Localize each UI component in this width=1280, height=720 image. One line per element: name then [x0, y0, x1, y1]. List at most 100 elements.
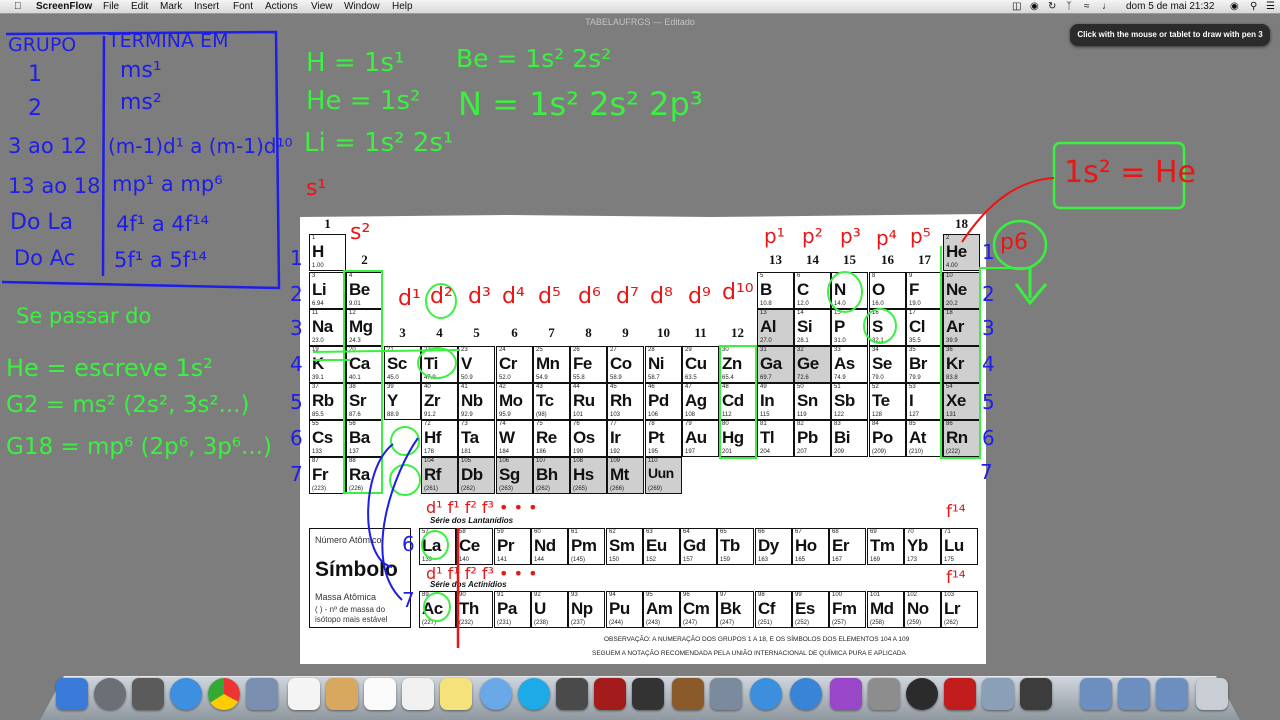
legend-atomic-number: Número Atômico — [315, 535, 382, 545]
iphoto-icon[interactable] — [710, 678, 742, 710]
element-cell: 69 Tm 169 — [867, 528, 904, 565]
element-cell: 12 Mg 24.3 — [346, 309, 383, 346]
wifi-icon[interactable]: ≈ — [1084, 0, 1090, 14]
group-number: 2 — [361, 252, 368, 267]
atomic-number: 69 — [870, 529, 877, 535]
atomic-mass: (263) — [499, 486, 514, 492]
menu-edit[interactable]: Edit — [131, 0, 148, 14]
element-cell: 62 Sm 150 — [606, 528, 643, 565]
hw-red-f14-act: f¹⁴ — [946, 568, 966, 588]
skype-icon[interactable] — [518, 678, 550, 710]
element-symbol: P — [834, 317, 845, 336]
time-machine-icon[interactable]: ↻ — [1048, 0, 1056, 14]
system-preferences-icon[interactable] — [868, 678, 900, 710]
atomic-number: 36 — [946, 347, 953, 353]
atomic-mass: 137 — [349, 449, 360, 455]
element-symbol: Co — [610, 354, 632, 373]
menu-help[interactable]: Help — [392, 0, 413, 14]
menu-window[interactable]: Window — [344, 0, 380, 14]
menu-view[interactable]: View — [311, 0, 333, 14]
element-cell: 78 Pt 195 — [645, 420, 682, 457]
photo-booth-icon[interactable] — [594, 678, 626, 710]
app-store-icon[interactable] — [790, 678, 822, 710]
atomic-number: 107 — [536, 458, 547, 464]
finder-icon[interactable] — [56, 678, 88, 710]
acrobat-icon[interactable] — [944, 678, 976, 710]
user-icon[interactable]: ◉ — [1230, 0, 1239, 14]
menu-font[interactable]: Font — [233, 0, 253, 14]
atomic-mass: 122 — [834, 412, 845, 418]
apple-icon[interactable]:  — [14, 0, 22, 14]
trash-icon[interactable] — [1196, 678, 1228, 710]
element-symbol: Xe — [946, 391, 966, 410]
applications-folder-icon[interactable] — [1080, 678, 1112, 710]
hw-row-1-group: 1 — [28, 62, 42, 87]
element-cell: 101 Md (258) — [867, 591, 904, 628]
atomic-number: 90 — [459, 592, 466, 598]
atomic-mass: (244) — [609, 620, 624, 626]
atomic-number: 7 — [834, 273, 838, 279]
quicktime-icon[interactable] — [906, 678, 938, 710]
preview-icon[interactable] — [982, 678, 1014, 710]
atomic-mass: 106 — [648, 412, 659, 418]
element-symbol: I — [909, 391, 914, 410]
atomic-number: 16 — [872, 310, 879, 316]
document-icon[interactable] — [288, 678, 320, 710]
mission-control-icon[interactable] — [132, 678, 164, 710]
launchpad-icon[interactable] — [94, 678, 126, 710]
element-symbol: Zr — [424, 391, 441, 410]
menu-actions[interactable]: Actions — [265, 0, 298, 14]
volume-icon[interactable]: ♩ — [1102, 0, 1112, 14]
atomic-number: 79 — [685, 421, 692, 427]
element-symbol: V — [461, 354, 472, 373]
element-symbol: Tl — [760, 428, 775, 447]
reminders-icon[interactable] — [402, 678, 434, 710]
safari-icon[interactable] — [170, 678, 202, 710]
element-cell: 11 Na 23.0 — [309, 309, 346, 346]
menu-insert[interactable]: Insert — [194, 0, 219, 14]
atomic-mass: 31.0 — [834, 338, 846, 344]
element-cell: 46 Pd 106 — [645, 383, 682, 420]
atomic-mass: 12.0 — [797, 301, 809, 307]
element-symbol: Fe — [573, 354, 592, 373]
element-symbol: Kr — [946, 354, 964, 373]
hw-red-d1: d¹ — [398, 286, 421, 311]
record-icon[interactable]: ◉ — [1030, 0, 1039, 14]
bluetooth-icon[interactable]: ᛉ — [1066, 0, 1072, 14]
spotlight-icon[interactable]: ⚲ — [1250, 0, 1257, 14]
atomic-mass: 108 — [685, 412, 696, 418]
screenflow-status-icon[interactable]: ◫ — [1012, 0, 1021, 14]
menu-app-name[interactable]: ScreenFlow — [36, 0, 92, 14]
hw-red-f14-lan: f¹⁴ — [946, 502, 966, 522]
element-symbol: Am — [646, 599, 673, 618]
group-number: 7 — [548, 325, 555, 340]
mail-icon[interactable] — [246, 678, 278, 710]
itunes-icon[interactable] — [750, 678, 782, 710]
element-symbol: Lu — [944, 536, 964, 555]
screenflow-icon[interactable] — [1020, 678, 1052, 710]
dashboard-icon[interactable] — [830, 678, 862, 710]
element-cell: 79 Au 197 — [682, 420, 719, 457]
atomic-number: 52 — [872, 384, 879, 390]
atomic-number: 73 — [461, 421, 468, 427]
calendar-icon[interactable] — [364, 678, 396, 710]
notes-icon[interactable] — [440, 678, 472, 710]
menu-mark[interactable]: Mark — [160, 0, 182, 14]
documents-folder-icon[interactable] — [1118, 678, 1150, 710]
facetime-icon[interactable] — [556, 678, 588, 710]
atomic-mass: (243) — [646, 620, 661, 626]
atomic-number: 102 — [907, 592, 918, 598]
garageband-icon[interactable] — [672, 678, 704, 710]
messages-icon[interactable] — [480, 678, 512, 710]
notification-icon[interactable]: ☰ — [1266, 0, 1275, 14]
element-cell: 10 Ne 20.2 — [943, 272, 980, 309]
contacts-icon[interactable] — [326, 678, 358, 710]
element-cell: 7 N 14.0 — [831, 272, 868, 309]
menu-file[interactable]: File — [103, 0, 119, 14]
chrome-icon[interactable] — [208, 678, 240, 710]
downloads-folder-icon[interactable] — [1156, 678, 1188, 710]
imovie-icon[interactable] — [632, 678, 664, 710]
clock[interactable]: dom 5 de mai 21:32 — [1126, 0, 1214, 14]
hw-red-p3: p³ — [840, 224, 861, 248]
element-cell: 1 H 1.00 — [309, 234, 346, 271]
